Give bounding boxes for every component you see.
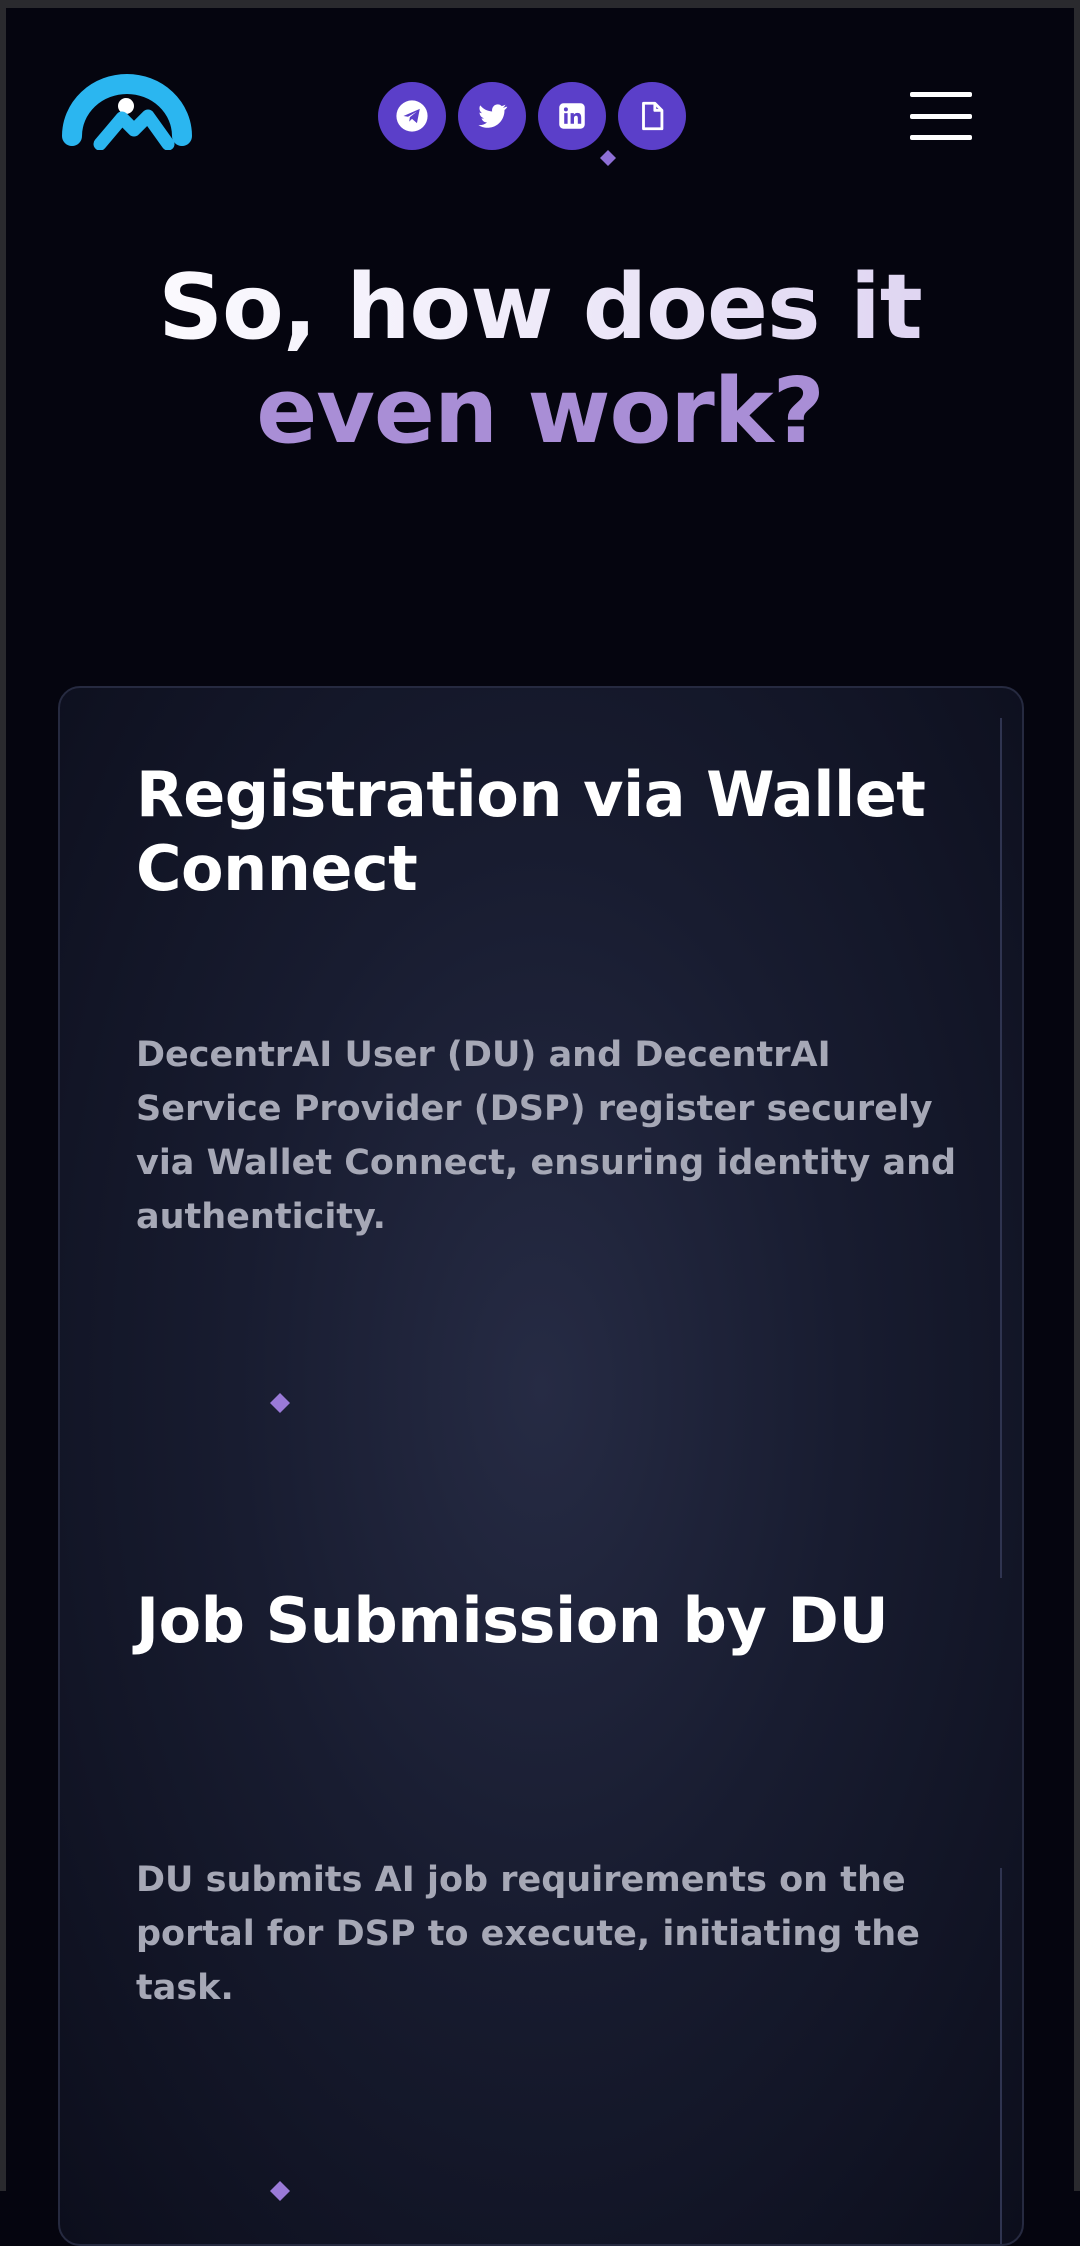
- step-accent-line: [166, 1393, 290, 1413]
- steps-card: Registration via Wallet Connect DecentrA…: [58, 686, 1024, 2246]
- step-description: DU submits AI job requirements on the po…: [136, 1860, 920, 2008]
- linkedin-icon: [559, 103, 585, 129]
- telegram-button[interactable]: [378, 82, 446, 150]
- telegram-icon: [396, 100, 428, 132]
- step-title: Job Submission by DU: [136, 1584, 889, 1657]
- menu-bar: [910, 92, 972, 97]
- logo[interactable]: [60, 66, 194, 150]
- page-title-line1: So, how does it: [0, 256, 1080, 360]
- twitter-icon: [478, 104, 508, 128]
- card-edge-line: [1000, 1868, 1002, 2244]
- menu-bar: [910, 135, 972, 140]
- docs-button[interactable]: [618, 82, 686, 150]
- linkedin-button[interactable]: [538, 82, 606, 150]
- card-edge-line: [1000, 718, 1002, 1578]
- menu-bar: [910, 113, 972, 119]
- twitter-button[interactable]: [458, 82, 526, 150]
- header-accent-line: [496, 150, 616, 166]
- document-icon: [642, 101, 664, 131]
- step-accent-line: [166, 2181, 290, 2201]
- hamburger-menu-icon[interactable]: [910, 92, 972, 140]
- step-title: Registration via Wallet Connect: [136, 758, 926, 905]
- social-links: [378, 82, 686, 150]
- page-title: So, how does it even work?: [0, 256, 1080, 464]
- step-description: DecentrAI User (DU) and DecentrAI Servic…: [136, 1035, 957, 1237]
- page-title-line2: even work?: [256, 359, 825, 464]
